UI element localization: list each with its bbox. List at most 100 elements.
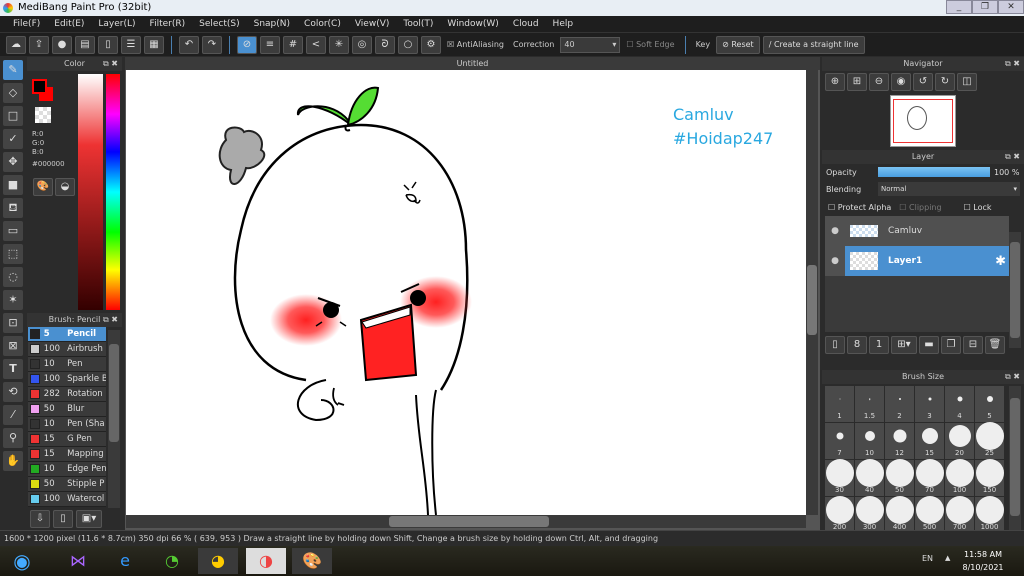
brush-size-cell[interactable]: 70 [915,459,944,496]
brush-size-scrollbar[interactable] [1009,386,1021,530]
snap-circle-icon[interactable]: ◎ [352,35,372,54]
brush-item[interactable]: 282 Rotation [28,387,106,402]
close-icon[interactable]: ⧉ ✖ [1005,150,1020,164]
language-indicator[interactable]: EN [922,554,933,563]
menu-item[interactable]: File(F) [6,16,47,32]
brush-item[interactable]: 10 Edge Pen [28,462,106,477]
zoom-fit-icon[interactable]: ⊞ [847,73,867,91]
eraser-tool-icon[interactable]: ◇ [3,83,23,103]
brush-size-cell[interactable]: 2 [885,386,914,422]
brush-tool-icon[interactable]: ✎ [3,60,23,80]
minimize-button[interactable]: _ [946,0,972,14]
brush-size-cell[interactable]: 10 [855,423,884,459]
brush-size-cell[interactable]: 20 [945,423,974,459]
menu-item[interactable]: Help [546,16,581,32]
medibang-icon[interactable]: ◑ [246,548,286,574]
select-eraser-tool-icon[interactable]: ⊠ [3,336,23,356]
correction-select[interactable]: 40 ▾ [560,36,621,53]
layer-row[interactable]: ● Camluv [825,216,1009,246]
reset-button[interactable]: ⊘ Reset [716,35,760,54]
navigator-preview[interactable] [890,95,956,147]
brush-menu-icon[interactable]: ▣▾ [76,510,102,528]
new-1bit-layer-icon[interactable]: 1 [869,336,889,354]
horizontal-scrollbar[interactable] [126,515,806,528]
opacity-slider[interactable] [878,167,990,177]
brush-size-cell[interactable]: 1.5 [855,386,884,422]
magic-wand-tool-icon[interactable]: ✶ [3,290,23,310]
snap-settings-icon[interactable]: ⚙ [421,35,441,54]
brush-size-cell[interactable]: 200 [825,496,854,530]
menu-item[interactable]: Tool(T) [396,16,440,32]
text-tool-icon[interactable]: T [3,359,23,379]
new-8bit-layer-icon[interactable]: 8 [847,336,867,354]
add-layer-menu-icon[interactable]: ⊞▾ [891,336,917,354]
select-tool-icon[interactable]: ⬚ [3,244,23,264]
brush-item[interactable]: 15 Mapping [28,447,106,462]
brush-size-cell[interactable]: 4 [945,386,974,422]
fill-rect-tool-icon[interactable]: ■ [3,175,23,195]
brush-size-cell[interactable]: 25 [975,422,1004,459]
rotate-right-icon[interactable]: ↻ [935,73,955,91]
brush-item[interactable]: 10 Pen (Sha [28,417,106,432]
grid-icon[interactable]: ▦ [144,35,164,54]
palette-icon[interactable]: 🎨 [33,178,53,196]
duplicate-layer-icon[interactable]: ❐ [941,336,961,354]
actual-size-icon[interactable]: ◉ [891,73,911,91]
saturation-bar[interactable] [78,74,103,310]
select-pen-tool-icon[interactable]: ✓ [3,129,23,149]
zoom-out-icon[interactable]: ⊖ [869,73,889,91]
comment-icon[interactable]: ● [52,35,72,54]
primary-color-swatch[interactable] [32,79,47,94]
message-icon[interactable]: ▤ [75,35,95,54]
snap-radial-icon[interactable]: ✳ [329,35,349,54]
new-layer-icon[interactable]: ▯ [825,336,845,354]
gradient-tool-icon[interactable]: ▭ [3,221,23,241]
lasso-tool-icon[interactable]: ◌ [3,267,23,287]
start-button-icon[interactable]: ◉ [2,548,42,574]
brush-size-cell[interactable]: 300 [855,496,884,530]
brush-item[interactable]: 50 Stipple P [28,477,106,492]
bucket-tool-icon[interactable]: ⛾ [3,198,23,218]
straight-line-button[interactable]: / Create a straight line [762,35,865,54]
brush-size-cell[interactable]: 700 [945,496,974,530]
brush-size-cell[interactable]: 15 [915,423,944,459]
menu-item[interactable]: Edit(E) [47,16,91,32]
menu-item[interactable]: Layer(L) [91,16,142,32]
zoom-in-icon[interactable]: ⊕ [825,73,845,91]
transparent-swatch[interactable] [35,107,51,123]
brush-size-cell[interactable]: 1000 [975,496,1004,530]
tray-arrow-icon[interactable]: ▲ [945,554,950,562]
cloud-icon[interactable]: ☁ [6,35,26,54]
menu-item[interactable]: Filter(R) [143,16,193,32]
snap-curve-icon[interactable]: ᘐ [375,35,395,54]
brush-item[interactable]: 100 Airbrush [28,342,106,357]
menu-item[interactable]: Cloud [506,16,546,32]
brush-size-cell[interactable]: 5 [975,386,1004,422]
menu-item[interactable]: Snap(N) [247,16,297,32]
close-icon[interactable]: ⧉ ✖ [1005,57,1020,71]
drawing-canvas[interactable]: Camluv #Hoidap247 [126,70,806,515]
paint-icon[interactable]: 🎨 [292,548,332,574]
soft-edge-checkbox[interactable]: ☐ Soft Edge [623,40,677,49]
brush-size-cell[interactable]: 100 [945,459,974,496]
eyedropper-tool-icon[interactable]: ⚲ [3,428,23,448]
maximize-button[interactable]: ❐ [972,0,998,14]
lock-checkbox[interactable]: ☐ Lock [964,203,992,212]
list-icon[interactable]: ☰ [121,35,141,54]
close-button[interactable]: ✕ [998,0,1024,14]
menu-item[interactable]: Select(S) [192,16,247,32]
new-brush-icon[interactable]: ▯ [53,510,73,528]
brush-size-cell[interactable]: 3 [915,386,944,422]
delete-layer-icon[interactable]: 🗑 [985,336,1005,354]
move-tool-icon[interactable]: ✥ [3,152,23,172]
merge-layer-icon[interactable]: ⊟ [963,336,983,354]
antialiasing-checkbox[interactable]: ☒ AntiAliasing [444,40,507,49]
layer-scrollbar[interactable] [1009,232,1021,348]
brush-size-cell[interactable]: 400 [885,496,914,530]
visual-studio-icon[interactable]: ⋈ [58,548,98,574]
snap-parallel-icon[interactable]: ≡ [260,35,280,54]
brush-size-cell[interactable]: 12 [885,423,914,459]
visibility-icon[interactable]: ● [825,246,845,276]
snap-off-icon[interactable]: ⊘ [237,35,257,54]
brush-item[interactable]: 50 Blur [28,402,106,417]
